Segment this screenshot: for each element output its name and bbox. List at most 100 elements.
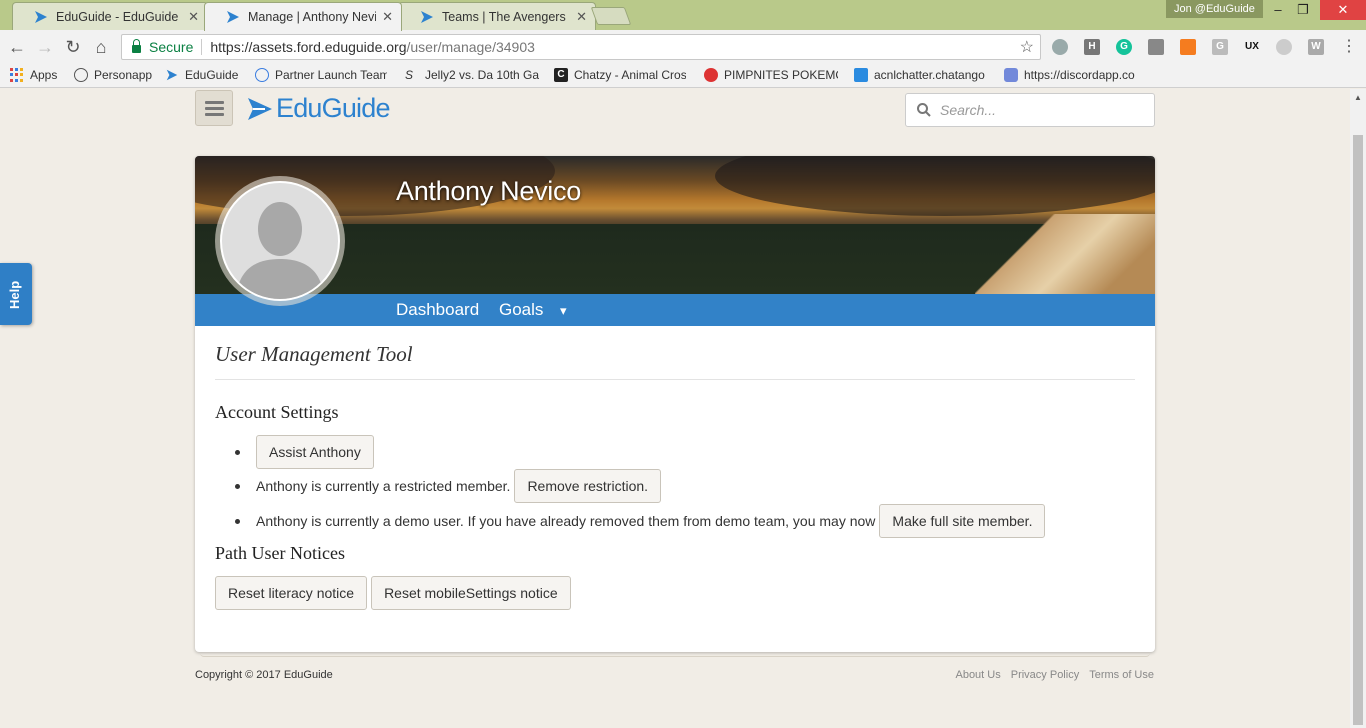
browser-tab-active[interactable]: Manage | Anthony Nevic ✕ bbox=[204, 2, 402, 31]
bookmark-label: acnlchatter.chatango bbox=[874, 68, 985, 82]
bookmark-jelly2[interactable]: S Jelly2 vs. Da 10th Gar bbox=[405, 68, 539, 82]
secure-label: Secure bbox=[149, 39, 194, 55]
page-scrollbar[interactable]: ▲ bbox=[1350, 89, 1366, 728]
bookmark-label: EduGuide bbox=[185, 68, 239, 82]
menu-bar bbox=[205, 101, 224, 104]
eduguide-logo[interactable]: EduGuide bbox=[247, 93, 391, 124]
bookmark-label: Chatzy - Animal Cros bbox=[574, 68, 686, 82]
grammarly-extension-icon[interactable]: G bbox=[1116, 39, 1132, 55]
list-item: Assist Anthony bbox=[235, 435, 374, 469]
bookmark-discord[interactable]: https://discordapp.co bbox=[1004, 68, 1136, 82]
bookmark-label: Personapp bbox=[94, 68, 153, 82]
bookmark-pimpnites[interactable]: PIMPNITES POKEMO bbox=[704, 68, 838, 82]
bookmark-label: PIMPNITES POKEMO bbox=[724, 68, 838, 82]
browser-tab[interactable]: EduGuide - EduGuide De ✕ bbox=[12, 2, 208, 30]
demo-status-text: Anthony is currently a demo user. If you… bbox=[256, 513, 876, 529]
personapp-icon bbox=[74, 68, 88, 82]
globe-extension-icon[interactable] bbox=[1052, 39, 1068, 55]
list-item: Anthony is currently a restricted member… bbox=[235, 469, 662, 503]
remove-restriction-button[interactable]: Remove restriction. bbox=[514, 469, 662, 503]
eduguide-favicon-icon bbox=[35, 10, 47, 23]
bookmark-star-icon[interactable]: ☆ bbox=[1020, 37, 1034, 57]
search-box[interactable] bbox=[905, 93, 1155, 127]
new-tab-button[interactable] bbox=[590, 7, 632, 25]
chrome-menu-icon[interactable]: ⋮ bbox=[1338, 36, 1360, 58]
user-silhouette-icon bbox=[236, 202, 324, 299]
profile-badge[interactable]: Jon @EduGuide bbox=[1166, 0, 1263, 18]
search-input[interactable] bbox=[940, 102, 1140, 118]
browser-toolbar: ← → ↻ ⌂ Secure https://assets.ford.edugu… bbox=[0, 30, 1366, 64]
avatar-image bbox=[220, 181, 340, 301]
nav-goals[interactable]: Goals bbox=[499, 300, 543, 320]
bookmark-partner-launch[interactable]: Partner Launch Team bbox=[255, 68, 387, 82]
reload-icon[interactable]: ↻ bbox=[62, 36, 84, 58]
footer-links: About Us Privacy Policy Terms of Use bbox=[955, 669, 1154, 681]
scrollbar-thumb[interactable] bbox=[1353, 135, 1363, 725]
eduguide-favicon-icon bbox=[166, 69, 178, 81]
ux-extension-icon[interactable]: UX bbox=[1244, 39, 1260, 55]
home-icon[interactable]: ⌂ bbox=[90, 36, 112, 58]
reset-literacy-notice-button[interactable]: Reset literacy notice bbox=[215, 576, 368, 610]
page-viewport: EduGuide Anthony Nevico Dashboard Goals … bbox=[0, 89, 1350, 728]
nav-more-caret-icon[interactable]: ▾ bbox=[560, 303, 567, 319]
bookmark-acnlchatter[interactable]: acnlchatter.chatango bbox=[854, 68, 986, 82]
camera-extension-icon[interactable] bbox=[1148, 39, 1164, 55]
card-shadow bbox=[200, 653, 1150, 657]
h-extension-icon[interactable]: H bbox=[1084, 39, 1100, 55]
footer-link-privacy[interactable]: Privacy Policy bbox=[1011, 669, 1079, 681]
restricted-status-text: Anthony is currently a restricted member… bbox=[256, 478, 511, 494]
search-icon bbox=[917, 103, 931, 117]
account-settings-heading: Account Settings bbox=[215, 402, 339, 422]
restore-icon[interactable]: ❐ bbox=[1288, 0, 1318, 20]
profile-card: Anthony Nevico Dashboard Goals ▾ User Ma… bbox=[195, 156, 1155, 652]
tab-close-icon[interactable]: ✕ bbox=[382, 9, 393, 25]
footer-link-terms[interactable]: Terms of Use bbox=[1089, 669, 1154, 681]
bookmark-eduguide[interactable]: EduGuide bbox=[165, 68, 238, 82]
g-extension-icon[interactable]: G bbox=[1212, 39, 1228, 55]
circle-extension-icon[interactable] bbox=[1276, 39, 1292, 55]
window-close-icon[interactable]: ✕ bbox=[1320, 0, 1366, 20]
w-extension-icon[interactable]: W bbox=[1308, 39, 1324, 55]
help-label: Help bbox=[7, 280, 22, 309]
bookmark-chatzy[interactable]: C Chatzy - Animal Cros bbox=[554, 68, 686, 82]
tab-close-icon[interactable]: ✕ bbox=[576, 9, 587, 25]
eduguide-logo-icon bbox=[248, 97, 272, 120]
nav-dashboard[interactable]: Dashboard bbox=[396, 300, 479, 320]
eduguide-favicon-icon bbox=[421, 10, 433, 23]
bookmarks-bar: Apps Personapp EduGuide Partner Launch T… bbox=[0, 64, 1366, 88]
reset-mobile-settings-notice-button[interactable]: Reset mobileSettings notice bbox=[371, 576, 571, 610]
hubspot-extension-icon[interactable] bbox=[1180, 39, 1196, 55]
tab-title: Manage | Anthony Nevic bbox=[248, 10, 377, 24]
footer-link-about[interactable]: About Us bbox=[955, 669, 1000, 681]
apps-grid-icon bbox=[10, 68, 24, 82]
notice-buttons: Reset literacy notice Reset mobileSettin… bbox=[215, 576, 571, 610]
discord-icon bbox=[1004, 68, 1018, 82]
browser-tab[interactable]: Teams | The Avengers | E ✕ bbox=[398, 2, 596, 30]
assist-user-button[interactable]: Assist Anthony bbox=[256, 435, 374, 469]
profile-name: Anthony Nevico bbox=[396, 176, 581, 206]
scroll-up-icon[interactable]: ▲ bbox=[1354, 93, 1362, 102]
logo-text: EduGuide bbox=[276, 93, 391, 123]
bookmark-personapp[interactable]: Personapp bbox=[74, 68, 152, 82]
hamburger-menu-button[interactable] bbox=[195, 90, 233, 126]
back-icon[interactable]: ← bbox=[6, 36, 28, 58]
bookmark-label: Jelly2 vs. Da 10th Gar bbox=[425, 68, 539, 82]
tab-title: Teams | The Avengers | E bbox=[442, 9, 571, 24]
forward-icon[interactable]: → bbox=[34, 36, 56, 58]
help-tab[interactable]: Help bbox=[0, 263, 32, 325]
make-full-member-button[interactable]: Make full site member. bbox=[879, 504, 1046, 538]
bullet bbox=[235, 518, 240, 524]
address-bar[interactable]: Secure https://assets.ford.eduguide.org/… bbox=[121, 34, 1041, 60]
divider bbox=[201, 39, 203, 55]
tab-close-icon[interactable]: ✕ bbox=[188, 9, 199, 25]
browser-tabstrip: EduGuide - EduGuide De ✕ Manage | Anthon… bbox=[0, 0, 1366, 31]
banner-cliff bbox=[975, 214, 1155, 294]
bookmark-apps[interactable]: Apps bbox=[10, 68, 57, 82]
avatar bbox=[215, 176, 345, 306]
url-host: https://assets.ford.eduguide.org bbox=[210, 39, 407, 55]
s-icon: S bbox=[405, 68, 414, 82]
banner-cloud bbox=[715, 156, 1155, 216]
bookmark-label: Apps bbox=[30, 68, 58, 82]
list-item: Anthony is currently a demo user. If you… bbox=[235, 504, 1046, 538]
eduguide-favicon-icon bbox=[227, 11, 239, 23]
